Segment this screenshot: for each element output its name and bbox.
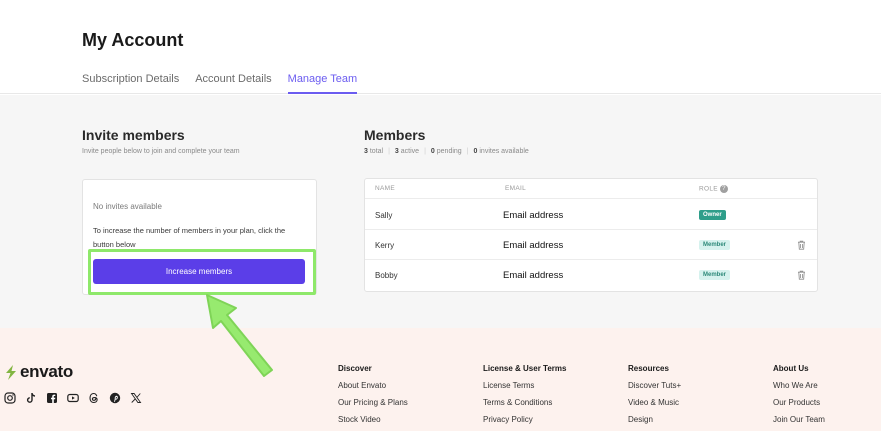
facebook-icon[interactable] (46, 392, 58, 404)
footer-column-discover: Discover About Envato Our Pricing & Plan… (338, 364, 408, 431)
role-badge: Owner (699, 210, 726, 220)
stat-total-label: total (369, 148, 384, 155)
member-name: Sally (375, 211, 393, 220)
stat-invites-count: 0 (473, 148, 478, 155)
pinterest-icon[interactable] (109, 392, 121, 404)
footer-heading: License & User Terms (483, 364, 567, 373)
tiktok-icon[interactable] (25, 392, 37, 404)
role-badge: Member (699, 240, 731, 250)
threads-icon[interactable] (88, 392, 100, 404)
member-email: Email address (503, 240, 564, 251)
x-icon[interactable] (130, 392, 142, 404)
stat-invites-label: invites available (479, 148, 529, 155)
footer-link[interactable]: Privacy Policy (483, 415, 566, 424)
member-email: Email address (503, 210, 564, 221)
column-email: EMAIL (505, 185, 527, 192)
invite-members-subtitle: Invite people below to join and complete… (82, 148, 240, 155)
envato-logo[interactable]: envato (4, 362, 73, 382)
footer-link[interactable]: Our Products (773, 398, 825, 407)
manage-team-section: Invite members Invite people below to jo… (0, 95, 881, 328)
footer-link[interactable]: Discover Tuts+ (628, 381, 681, 390)
stat-active-count: 3 (394, 148, 399, 155)
footer-heading: Resources (628, 364, 669, 373)
footer: envato Discover About Envato Our Pricing… (0, 328, 881, 431)
footer-link[interactable]: Stock Video (338, 415, 408, 424)
trash-icon[interactable] (797, 270, 806, 280)
tab-subscription-details[interactable]: Subscription Details (82, 73, 179, 94)
tab-account-details[interactable]: Account Details (195, 73, 271, 94)
footer-column-resources: Resources Discover Tuts+ Video & Music D… (628, 364, 681, 431)
footer-column-license: License & User Terms License Terms Terms… (483, 364, 566, 431)
member-email: Email address (503, 270, 564, 281)
no-invites-text: No invites available (93, 202, 162, 211)
youtube-icon[interactable] (67, 392, 79, 404)
footer-link[interactable]: Join Our Team (773, 415, 825, 424)
member-name: Kerry (375, 241, 395, 250)
column-role-label: ROLE (699, 185, 718, 193)
footer-column-about: About Us Who We Are Our Products Join Ou… (773, 364, 825, 431)
footer-link[interactable]: Video & Music (628, 398, 681, 407)
footer-heading: About Us (773, 364, 809, 373)
instagram-icon[interactable] (4, 392, 16, 404)
table-row: Kerry Email address Member (365, 230, 817, 260)
footer-link[interactable]: Who We Are (773, 381, 825, 390)
role-badge: Member (699, 270, 731, 280)
tab-manage-team[interactable]: Manage Team (287, 73, 358, 94)
invite-members-title: Invite members (82, 127, 185, 143)
help-icon[interactable]: ? (719, 185, 728, 193)
account-tabs: Subscription Details Account Details Man… (82, 73, 358, 94)
logo-text: envato (20, 362, 73, 381)
table-row: Sally Email address Owner (365, 200, 817, 230)
annotation-arrow-icon (206, 294, 273, 377)
trash-icon[interactable] (797, 240, 806, 250)
stat-pending-label: pending (436, 148, 462, 155)
column-name: NAME (375, 185, 395, 192)
account-header: My Account Subscription Details Account … (0, 0, 881, 94)
column-role: ROLE? (699, 185, 728, 193)
footer-link[interactable]: Terms & Conditions (483, 398, 566, 407)
social-links (4, 392, 142, 404)
members-stats: 3 total | 3 active | 0 pending | 0 invit… (364, 148, 529, 155)
footer-link[interactable]: About Envato (338, 381, 408, 390)
stat-pending-count: 0 (430, 148, 435, 155)
footer-link[interactable]: Design (628, 415, 681, 424)
footer-link[interactable]: Our Pricing & Plans (338, 398, 408, 407)
members-title: Members (364, 127, 426, 143)
table-row: Bobby Email address Member (365, 260, 817, 290)
footer-link[interactable]: License Terms (483, 381, 566, 390)
stat-total-count: 3 (364, 148, 368, 155)
members-table: NAME EMAIL ROLE? Sally Email address Own… (364, 178, 818, 292)
member-name: Bobby (375, 271, 398, 280)
page-title: My Account (82, 30, 184, 50)
members-table-header: NAME EMAIL ROLE? (365, 179, 817, 199)
invite-description: To increase the number of members in you… (93, 226, 286, 249)
increase-members-button[interactable]: Increase members (93, 259, 305, 284)
envato-leaf-icon (6, 364, 16, 380)
footer-heading: Discover (338, 364, 372, 373)
stat-active-label: active (400, 148, 420, 155)
